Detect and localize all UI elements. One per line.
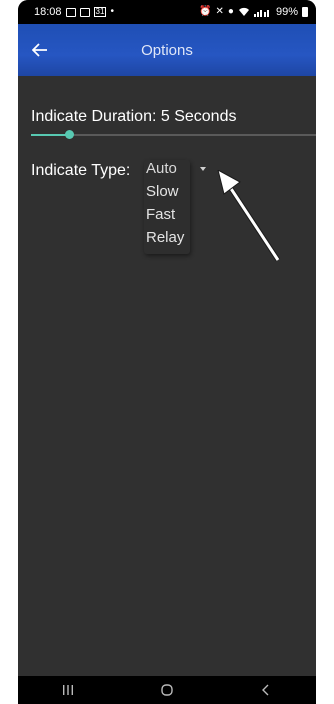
- annotation-arrow-icon: [217, 170, 281, 262]
- indicate-type-dropdown[interactable]: Auto Slow Fast Relay: [144, 160, 190, 254]
- status-right: ⏰ ✕ ● 99%: [199, 6, 308, 18]
- gallery-notification-icon: [65, 7, 76, 17]
- email-notification-icon: [79, 7, 90, 17]
- duration-label: Indicate Duration: 5 Seconds: [31, 108, 237, 125]
- wifi-icon: [238, 7, 249, 17]
- mute-icon: ✕: [215, 6, 224, 17]
- back-button[interactable]: [246, 680, 286, 700]
- option-relay[interactable]: Relay: [146, 229, 184, 246]
- option-slow[interactable]: Slow: [146, 183, 179, 200]
- battery-icon: [302, 7, 308, 17]
- calendar-notification-icon: 31: [93, 7, 107, 17]
- dot-icon: •: [110, 6, 114, 17]
- battery-percent: 99%: [275, 6, 298, 18]
- system-nav-bar: [18, 676, 316, 704]
- recents-button[interactable]: [48, 680, 88, 700]
- option-fast[interactable]: Fast: [146, 206, 175, 223]
- duration-slider-thumb[interactable]: [64, 130, 74, 139]
- duration-slider-fill: [31, 134, 69, 136]
- phone-screen: 18:08 31 • ⏰ ✕ ● 99% Options Indicate Du…: [18, 0, 316, 704]
- dropdown-caret-icon[interactable]: [200, 167, 206, 171]
- location-icon: ●: [227, 6, 234, 17]
- status-bar: 18:08 31 • ⏰ ✕ ● 99%: [18, 0, 316, 24]
- status-left: 18:08 31 •: [34, 6, 114, 18]
- option-auto[interactable]: Auto: [146, 160, 177, 177]
- status-time: 18:08: [34, 6, 62, 18]
- app-bar: Options: [18, 24, 316, 76]
- indicate-type-label: Indicate Type:: [31, 162, 131, 179]
- duration-slider[interactable]: [31, 130, 316, 139]
- signal-icon: [253, 10, 269, 17]
- page-title: Options: [141, 42, 193, 59]
- home-button[interactable]: [147, 680, 187, 700]
- alarm-icon: ⏰: [199, 6, 212, 17]
